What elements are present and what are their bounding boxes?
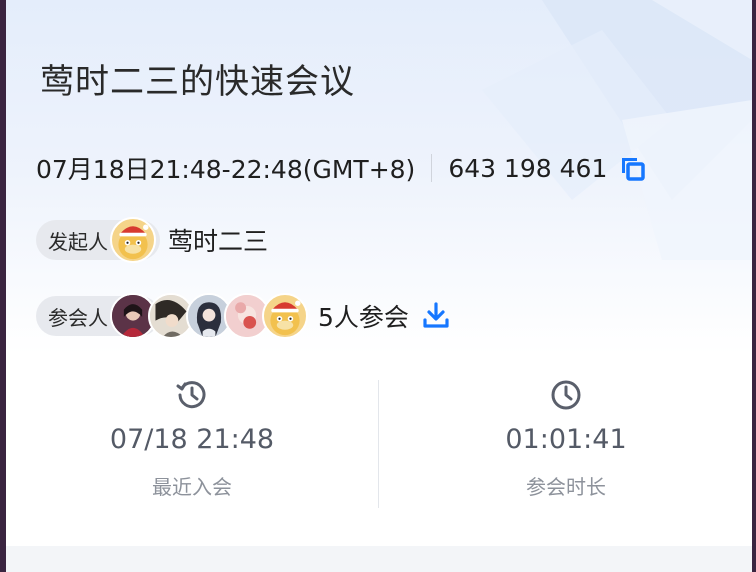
background-decoration — [482, 0, 752, 260]
duck-avatar-image — [118, 224, 149, 260]
last-join-value: 07/18 21:48 — [109, 424, 275, 455]
download-participants-button[interactable] — [421, 301, 451, 331]
copy-icon — [622, 158, 646, 181]
participants-row: 参会人 5人参会 — [36, 292, 451, 340]
participant-avatar[interactable] — [262, 293, 308, 339]
participants-label: 参会人 — [48, 305, 108, 330]
duck-avatar-image — [270, 300, 301, 336]
copy-meeting-id-button[interactable] — [617, 153, 647, 183]
host-avatar[interactable] — [110, 217, 156, 263]
meeting-stats: 07/18 21:48 最近入会 01:01:41 参会时长 — [6, 372, 752, 512]
participant-count: 5人参会 — [318, 303, 409, 332]
host-label: 发起人 — [48, 229, 108, 254]
host-row: 发起人 莺时二三 — [36, 216, 268, 264]
bottom-strip — [6, 546, 752, 572]
meeting-detail-card: 莺时二三的快速会议 07月18日21:48-22:48(GMT+8) 643 1… — [6, 0, 752, 572]
download-icon — [423, 302, 449, 328]
duration-label: 参会时长 — [526, 475, 606, 499]
duration-stat: 01:01:41 参会时长 — [380, 372, 752, 500]
meeting-title: 莺时二三的快速会议 — [40, 62, 355, 102]
duration-value: 01:01:41 — [505, 424, 627, 455]
participant-avatar-group — [110, 293, 308, 339]
last-join-label: 最近入会 — [152, 475, 232, 499]
stats-divider — [378, 380, 379, 508]
host-name: 莺时二三 — [168, 227, 269, 256]
last-join-stat: 07/18 21:48 最近入会 — [6, 372, 378, 500]
time-divider — [431, 154, 433, 182]
meeting-time-row: 07月18日21:48-22:48(GMT+8) 643 198 461 — [36, 150, 647, 186]
meeting-time-range: 07月18日21:48-22:48(GMT+8) — [36, 155, 416, 184]
clock-icon — [551, 380, 581, 410]
history-clock-icon — [176, 381, 206, 409]
meeting-id: 643 198 461 — [448, 153, 608, 183]
